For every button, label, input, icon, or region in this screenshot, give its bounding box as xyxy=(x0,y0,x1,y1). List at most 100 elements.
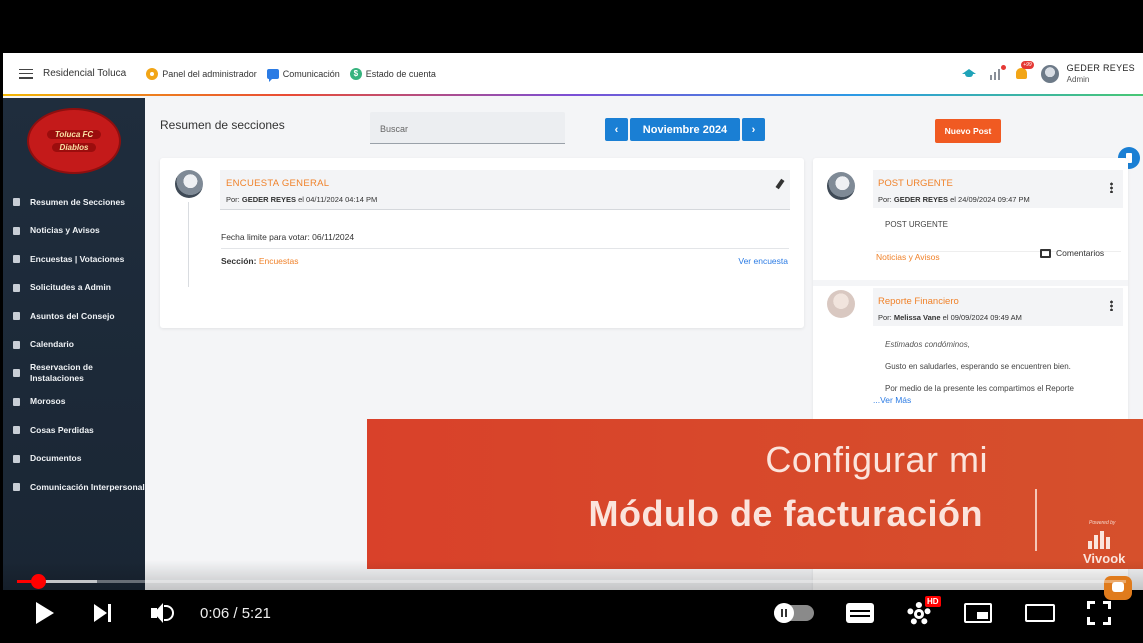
sidebar-item-morosos[interactable]: Morosos xyxy=(3,388,145,417)
controls-gradient xyxy=(0,560,1143,643)
comment-icon xyxy=(1040,248,1051,258)
sidebar-item-solicitudes[interactable]: Solicitudes a Admin xyxy=(3,274,145,303)
nav-account-statement[interactable]: $ Estado de cuenta xyxy=(349,67,436,80)
calendar-icon xyxy=(13,369,20,378)
post-body-line: Por medio de la presente les compartimos… xyxy=(885,384,1074,393)
time-display: 0:06 / 5:21 xyxy=(200,605,271,622)
sidebar-item-reservacion[interactable]: Reservacion de Instalaciones xyxy=(3,359,145,388)
month-navigator: ‹ Noviembre 2024 › xyxy=(605,118,765,141)
view-survey-link[interactable]: Ver encuesta xyxy=(738,256,788,266)
divider xyxy=(221,248,789,249)
progress-scrubber[interactable] xyxy=(31,574,46,589)
post-header: POST URGENTE Por: GEDER REYES el 24/09/2… xyxy=(873,170,1123,208)
survey-author-line: Por: GEDER REYES el 04/11/2024 04:14 PM xyxy=(226,195,378,204)
calendar-icon xyxy=(13,340,20,349)
comments-button[interactable]: Comentarios xyxy=(1040,248,1104,258)
top-right-tools: +99 GEDER REYES Admin xyxy=(961,61,1135,86)
document-icon xyxy=(13,226,20,235)
post-body-line: Gusto en saludarles, esperando se encuen… xyxy=(885,362,1071,371)
avatar xyxy=(175,170,203,198)
graduation-cap-icon[interactable] xyxy=(961,68,976,79)
more-options-icon[interactable] xyxy=(1110,300,1113,311)
comments-label: Comentarios xyxy=(1056,248,1105,258)
dollar-icon: $ xyxy=(349,67,362,80)
nav-label: Panel del administrador xyxy=(162,68,257,79)
document-icon xyxy=(13,283,20,292)
club-logo: Toluca FC Diablos xyxy=(27,108,121,174)
poll-icon xyxy=(13,255,20,264)
nav-label: Comunicación xyxy=(282,68,340,79)
survey-title[interactable]: ENCUESTA GENERAL xyxy=(226,178,329,189)
autoplay-toggle[interactable] xyxy=(774,603,814,623)
sidebar: Toluca FC Diablos Resumen de Secciones N… xyxy=(3,98,145,590)
menu-icon[interactable] xyxy=(19,68,33,79)
next-icon[interactable] xyxy=(94,604,114,622)
notification-badge: +99 xyxy=(1021,61,1034,69)
powered-by-label: Powered by xyxy=(1089,520,1116,526)
timeline-line xyxy=(188,202,189,287)
title-overlay-banner: Configurar mi Módulo de facturación Powe… xyxy=(367,419,1143,569)
sidebar-item-noticias[interactable]: Noticias y Avisos xyxy=(3,217,145,246)
month-label[interactable]: Noviembre 2024 xyxy=(630,118,740,141)
fullscreen-icon[interactable] xyxy=(1087,601,1111,625)
page-title: Resumen de secciones xyxy=(160,118,285,132)
top-nav: Panel del administrador Comunicación $ E… xyxy=(146,67,436,82)
nav-communication[interactable]: Comunicación xyxy=(266,68,340,82)
banner-divider xyxy=(1035,489,1037,551)
post-category[interactable]: Noticias y Avisos xyxy=(876,252,940,262)
video-player: Residencial Toluca Panel del administrad… xyxy=(0,0,1143,643)
sidebar-item-comunicacion[interactable]: Comunicación Interpersonal xyxy=(3,473,145,502)
chat-icon xyxy=(266,68,279,82)
post-author-line: Por: GEDER REYES el 24/09/2024 09:47 PM xyxy=(878,195,1030,204)
more-options-icon[interactable] xyxy=(1110,182,1113,193)
new-post-button[interactable]: Nuevo Post xyxy=(935,119,1001,143)
sidebar-item-calendario[interactable]: Calendario xyxy=(3,331,145,360)
sidebar-menu: Resumen de Secciones Noticias y Avisos E… xyxy=(3,188,145,502)
document-icon xyxy=(13,426,20,435)
banner-line-2: Módulo de facturación xyxy=(588,493,983,534)
user-role: Admin xyxy=(1066,74,1090,84)
post-separator xyxy=(813,280,1128,286)
sidebar-item-resumen[interactable]: Resumen de Secciones xyxy=(3,188,145,217)
miniplayer-icon[interactable] xyxy=(964,603,992,623)
post-body-line: Estimados condóminos, xyxy=(885,340,970,349)
post-title[interactable]: POST URGENTE xyxy=(878,178,953,189)
survey-header: ENCUESTA GENERAL Por: GEDER REYES el 04/… xyxy=(220,170,790,210)
search-input[interactable]: Buscar xyxy=(370,112,565,144)
document-icon xyxy=(13,312,20,321)
user-menu[interactable]: GEDER REYES Admin xyxy=(1040,62,1135,86)
brand-name: Residencial Toluca xyxy=(43,68,127,79)
survey-section: Sección: Encuestas xyxy=(221,256,299,266)
theater-mode-icon[interactable] xyxy=(1025,604,1055,622)
survey-deadline: Fecha limite para votar: 06/11/2024 xyxy=(221,232,355,242)
progress-bar[interactable] xyxy=(17,580,1126,583)
read-more-link[interactable]: ...Ver Más xyxy=(873,395,911,405)
post-author-line: Por: Melissa Vane el 09/09/2024 09:49 AM xyxy=(878,313,1022,322)
sidebar-item-cosas-perdidas[interactable]: Cosas Perdidas xyxy=(3,416,145,445)
post-body: POST URGENTE xyxy=(885,220,948,229)
vivook-logo-icon xyxy=(1088,529,1116,549)
sidebar-item-consejo[interactable]: Asuntos del Consejo xyxy=(3,302,145,331)
gear-icon xyxy=(146,67,159,80)
hd-badge: HD xyxy=(925,596,941,607)
stats-alert-dot xyxy=(1000,64,1006,70)
banner-line-1: Configurar mi xyxy=(765,439,988,480)
app-top-bar: Residencial Toluca Panel del administrad… xyxy=(3,53,1143,96)
sidebar-item-documentos[interactable]: Documentos xyxy=(3,445,145,474)
video-frame[interactable]: Residencial Toluca Panel del administrad… xyxy=(3,53,1143,590)
post-title[interactable]: Reporte Financiero xyxy=(878,296,959,307)
avatar xyxy=(827,172,855,200)
user-name: GEDER REYES xyxy=(1066,62,1135,73)
next-month-button[interactable]: › xyxy=(742,118,765,141)
pin-icon[interactable] xyxy=(775,178,785,190)
logo-line-2: Diablos xyxy=(51,143,97,152)
play-icon[interactable] xyxy=(36,602,54,624)
bell-icon[interactable]: +99 xyxy=(1015,61,1034,79)
sidebar-item-encuestas[interactable]: Encuestas | Votaciones xyxy=(3,245,145,274)
document-icon xyxy=(13,454,20,463)
stats-icon[interactable] xyxy=(989,64,1006,80)
captions-icon[interactable] xyxy=(846,603,874,623)
nav-admin-panel[interactable]: Panel del administrador xyxy=(146,67,257,80)
prev-month-button[interactable]: ‹ xyxy=(605,118,628,141)
nav-label: Estado de cuenta xyxy=(365,68,436,79)
